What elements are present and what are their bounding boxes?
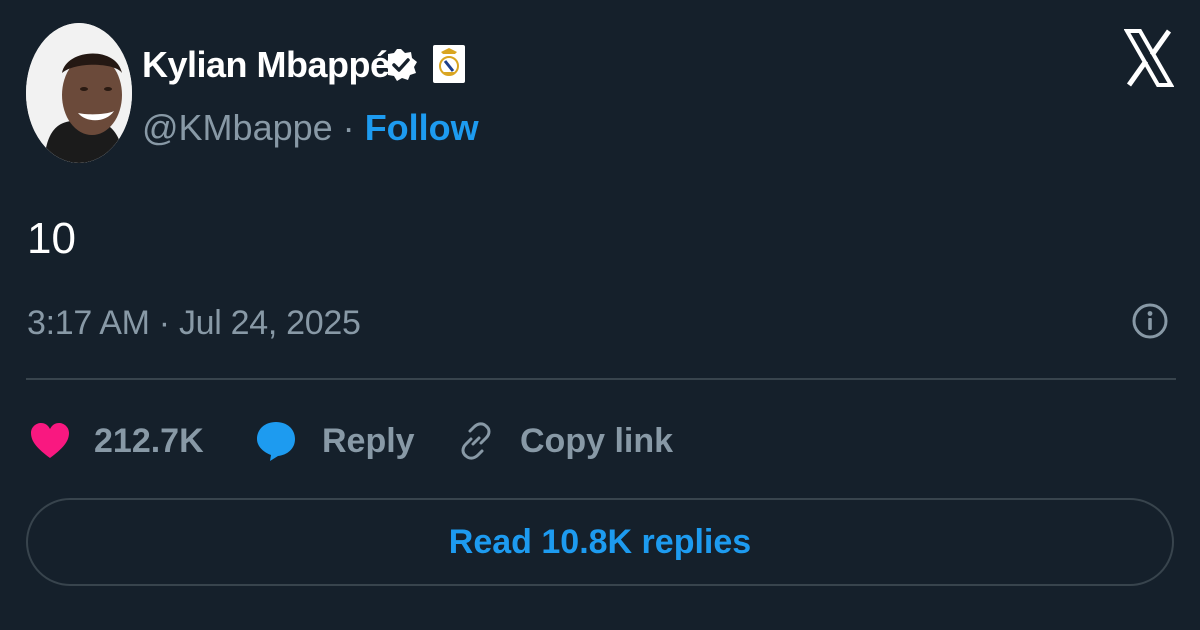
avatar-photo bbox=[26, 23, 132, 163]
x-logo-icon[interactable] bbox=[1124, 28, 1174, 88]
handle-row: @KMbappe · Follow bbox=[142, 104, 479, 152]
author-handle[interactable]: @KMbappe bbox=[142, 107, 333, 148]
info-icon[interactable] bbox=[1132, 303, 1168, 339]
heart-icon bbox=[31, 423, 69, 458]
tweet-timestamp[interactable]: 3:17 AM · Jul 24, 2025 bbox=[27, 300, 361, 346]
real-madrid-crest-icon bbox=[433, 45, 465, 83]
copy-link-label: Copy link bbox=[520, 421, 674, 460]
display-name[interactable]: Kylian Mbappé bbox=[142, 42, 390, 88]
tweet-text: 10 bbox=[27, 214, 76, 263]
like-count: 212.7K bbox=[94, 421, 204, 460]
reply-bubble-icon bbox=[257, 422, 295, 461]
read-replies-label: Read 10.8K replies bbox=[448, 522, 752, 561]
like-button[interactable]: 212.7K bbox=[30, 416, 204, 466]
tweet-embed-card: Kylian Mbappé @KMbappe · Follow 10 3:17 … bbox=[0, 0, 1200, 630]
divider bbox=[26, 378, 1176, 380]
read-replies-button[interactable]: Read 10.8K replies bbox=[26, 498, 1174, 586]
handle-separator: · bbox=[342, 107, 355, 148]
reply-label: Reply bbox=[322, 421, 415, 460]
verified-badge-icon bbox=[385, 49, 417, 81]
copy-link-button[interactable]: Copy link bbox=[456, 416, 673, 466]
link-icon bbox=[461, 422, 491, 460]
reply-button[interactable]: Reply bbox=[256, 416, 415, 466]
follow-button[interactable]: Follow bbox=[365, 107, 479, 148]
avatar[interactable] bbox=[26, 23, 132, 163]
